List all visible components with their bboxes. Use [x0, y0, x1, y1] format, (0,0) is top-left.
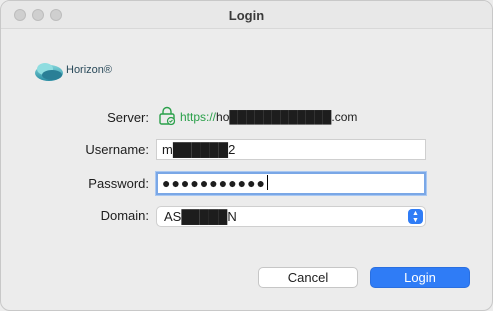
server-url-scheme: https://: [180, 110, 217, 124]
password-value: ●●●●●●●●●●●: [162, 175, 267, 191]
server-url-host: ho████████████.com: [216, 110, 358, 124]
username-label: Username:: [85, 142, 149, 157]
domain-select[interactable]: AS█████N ▲ ▼: [156, 206, 426, 227]
domain-value: AS█████N: [164, 209, 237, 224]
horizon-cloud-icon: [35, 63, 63, 81]
horizon-logo: Horizon®: [34, 59, 134, 83]
text-caret: [267, 175, 269, 190]
password-input[interactable]: ●●●●●●●●●●●: [156, 172, 426, 195]
login-window: Login Horizon® Server: https://ho███████…: [0, 0, 493, 311]
select-arrows-icon: ▲ ▼: [408, 209, 423, 224]
title-bar: Login: [1, 1, 492, 29]
window-title: Login: [228, 8, 265, 23]
login-button[interactable]: Login: [370, 267, 470, 288]
lock-icon: [159, 106, 176, 126]
server-label: Server:: [107, 110, 149, 125]
cancel-button[interactable]: Cancel: [258, 267, 358, 288]
password-label: Password:: [88, 176, 149, 191]
domain-label: Domain:: [100, 208, 149, 223]
server-url: https://ho████████████.com: [180, 110, 357, 124]
username-input[interactable]: m██████2: [156, 139, 426, 160]
logo-text: Horizon®: [66, 64, 113, 76]
